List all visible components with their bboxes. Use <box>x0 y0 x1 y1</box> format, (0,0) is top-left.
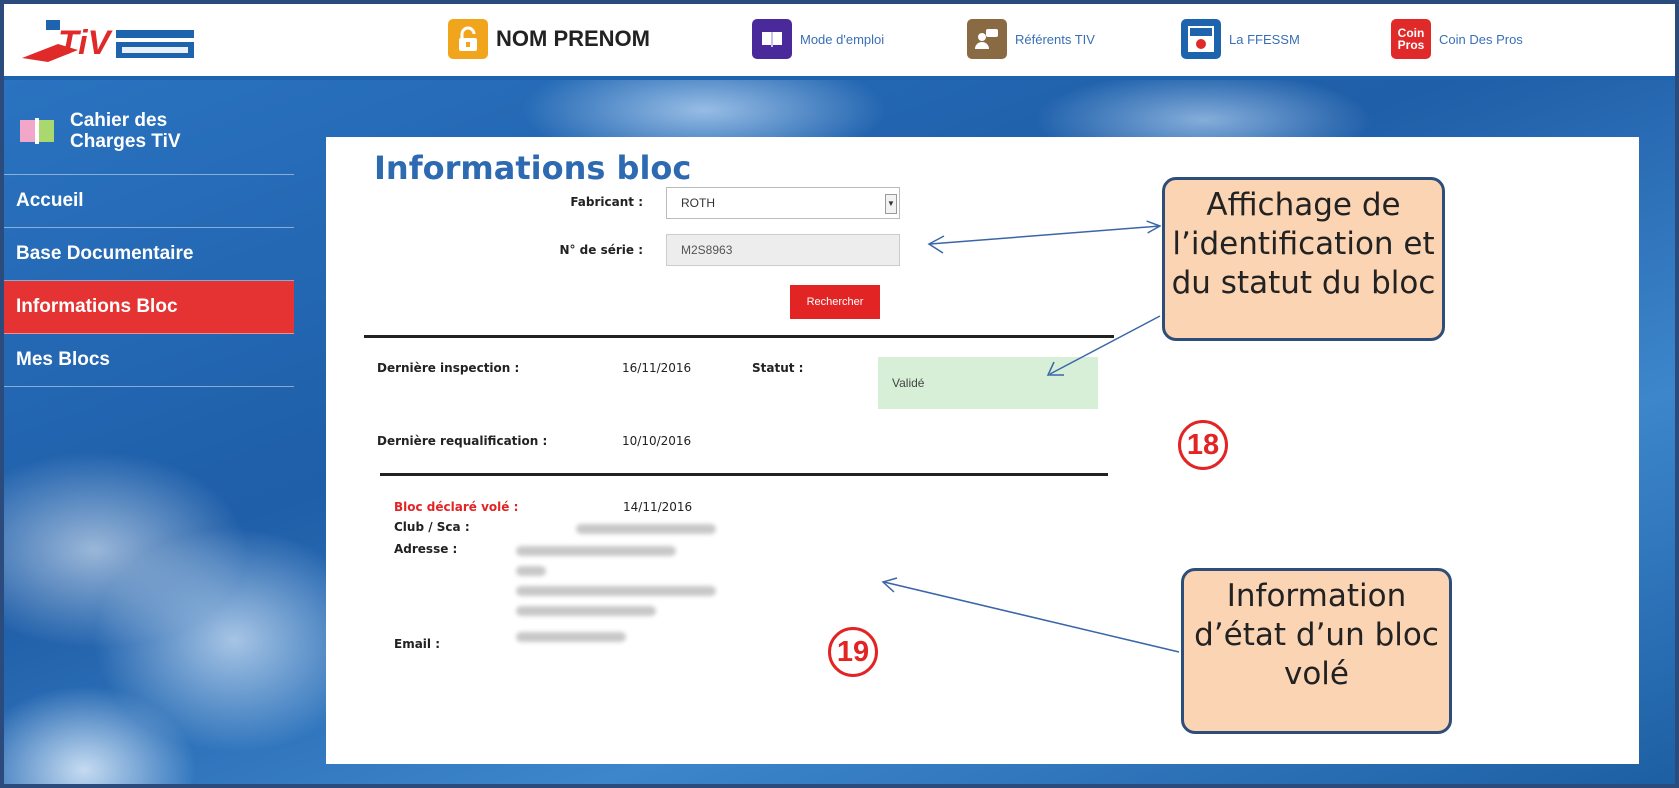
annotation-arrows <box>881 4 1180 653</box>
app-window: TiV NOM PRENOM Mode d'emploi Référents T… <box>0 0 1679 788</box>
